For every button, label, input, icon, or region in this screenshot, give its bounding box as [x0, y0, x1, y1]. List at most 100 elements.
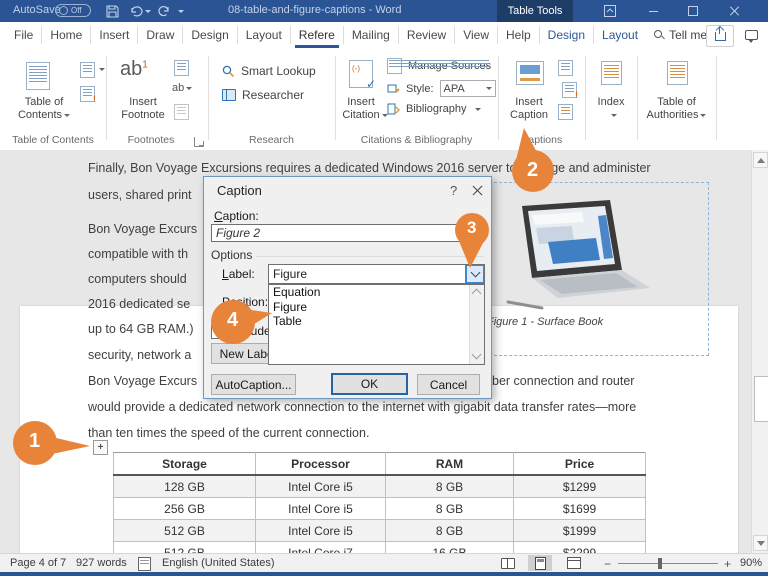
table-row: 128 GB Intel Core i5 8 GB $1299: [113, 474, 646, 498]
tab-help[interactable]: Help: [498, 26, 540, 44]
researcher-icon: [222, 89, 236, 101]
options-section-label: Options: [211, 248, 253, 262]
tab-file[interactable]: File: [6, 26, 43, 44]
read-mode-icon: [501, 557, 515, 569]
tab-table-layout-contextual[interactable]: Layout: [594, 26, 646, 44]
table-move-handle[interactable]: +: [93, 440, 108, 455]
style-select[interactable]: APA: [439, 80, 496, 97]
surface-book-image[interactable]: [492, 198, 662, 316]
tab-references-active[interactable]: Refere: [291, 26, 344, 48]
word-window: AutoSave Off 08-table-and-figure-caption…: [0, 0, 768, 576]
table-of-authorities-icon: [667, 61, 688, 85]
insert-footnote-icon: ab1: [120, 58, 148, 80]
tab-mailings[interactable]: Mailing: [344, 26, 399, 44]
label-option-table[interactable]: Table: [269, 314, 484, 329]
share-button[interactable]: [706, 25, 734, 47]
insert-table-of-figures-button[interactable]: [558, 60, 573, 76]
tab-insert[interactable]: Insert: [91, 26, 139, 44]
group-label-citations: Citations & Bibliography: [360, 134, 473, 146]
save-icon[interactable]: [104, 3, 120, 19]
tell-me-search[interactable]: Tell me: [646, 26, 715, 44]
dialog-close-button[interactable]: [472, 185, 483, 196]
ribbon-display-options-icon[interactable]: [602, 3, 618, 19]
zoom-in-button[interactable]: +: [724, 557, 731, 571]
cross-reference-button[interactable]: [558, 104, 573, 120]
window-bottom-edge: [0, 572, 768, 576]
tab-home[interactable]: Home: [42, 26, 92, 44]
tab-design[interactable]: Design: [183, 26, 238, 44]
status-bar: Page 4 of 7 927 words English (United St…: [0, 553, 768, 573]
index-icon: [601, 61, 622, 85]
bibliography-button[interactable]: Bibliography: [387, 103, 481, 115]
researcher-button[interactable]: Researcher: [222, 88, 304, 102]
update-table-button[interactable]: !: [80, 86, 96, 104]
scroll-down-button[interactable]: [753, 535, 768, 551]
tab-layout[interactable]: Layout: [238, 26, 291, 44]
zoom-out-button[interactable]: −: [604, 557, 611, 571]
comment-icon: [744, 30, 758, 43]
tab-review[interactable]: Review: [399, 26, 456, 44]
dropdown-arrow-icon: [64, 113, 71, 117]
vertical-scrollbar[interactable]: [751, 150, 768, 553]
triangle-up-icon: [756, 157, 765, 163]
undo-dropdown-arrow-icon[interactable]: [143, 3, 151, 19]
tab-table-design-contextual[interactable]: Design: [540, 26, 595, 44]
undo-button[interactable]: [128, 3, 144, 19]
zoom-level[interactable]: 90%: [740, 557, 762, 569]
read-mode-button[interactable]: [496, 555, 520, 571]
ok-button[interactable]: OK: [331, 373, 408, 395]
style-row: Style: APA: [387, 80, 496, 97]
insert-endnote-button[interactable]: [174, 60, 189, 76]
minimize-button[interactable]: [636, 0, 670, 22]
tab-view[interactable]: View: [455, 26, 498, 44]
show-notes-button[interactable]: [174, 104, 189, 120]
share-icon: [714, 26, 726, 41]
next-footnote-button[interactable]: ab: [172, 82, 193, 94]
paragraph3-line1-left: Bon Voyage Excurs: [88, 374, 198, 388]
paragraph2-line4: 2016 dedicated se: [88, 297, 191, 311]
bibliography-icon: [387, 103, 400, 115]
scrollbar-thumb[interactable]: [754, 376, 768, 422]
autosave-state: Off: [71, 5, 82, 15]
language-indicator[interactable]: English (United States): [162, 557, 275, 569]
caption-field-label: Caption:: [214, 209, 259, 223]
add-text-button[interactable]: [80, 62, 95, 78]
zoom-slider-track[interactable]: [618, 563, 718, 564]
web-layout-button[interactable]: [562, 555, 586, 571]
scroll-up-button[interactable]: [753, 152, 768, 168]
autosave-toggle[interactable]: Off: [55, 4, 91, 17]
paragraph1-line1: Finally, Bon Voyage Excursions requires …: [88, 161, 651, 175]
update-table-of-figures-button[interactable]: !: [562, 82, 578, 100]
callout-3: 3: [455, 213, 491, 269]
cancel-button[interactable]: Cancel: [417, 374, 480, 395]
label-option-equation[interactable]: Equation: [269, 285, 484, 300]
comments-button[interactable]: [738, 25, 764, 45]
paragraph3-line1-right: ber connection and router: [492, 374, 635, 388]
label-combobox[interactable]: Figure: [268, 264, 485, 284]
redo-button[interactable]: [156, 3, 172, 19]
zoom-slider-thumb[interactable]: [658, 558, 662, 569]
list-scrollbar[interactable]: [469, 285, 484, 364]
caption-dialog: Caption ? Caption: Figure 2 Options Labe…: [203, 176, 492, 399]
footnotes-dialog-launcher-icon[interactable]: [194, 137, 204, 147]
word-count[interactable]: 927 words: [76, 557, 127, 569]
smart-lookup-button[interactable]: Smart Lookup: [222, 64, 316, 78]
paragraph2-line2: compatible with th: [88, 247, 189, 261]
group-table-of-authorities: Table of Authorities: [637, 56, 716, 148]
dialog-help-button[interactable]: ?: [450, 183, 457, 198]
autocaption-button[interactable]: AutoCaption...: [211, 374, 296, 395]
table-of-contents-icon: [26, 62, 50, 90]
quick-access-toolbar-dropdown-icon[interactable]: [176, 3, 184, 19]
restore-button[interactable]: [676, 0, 710, 22]
proofing-status-icon[interactable]: [138, 557, 151, 571]
print-layout-button[interactable]: [528, 555, 552, 571]
add-text-dropdown-icon[interactable]: [99, 68, 105, 71]
figure-caption: Figure 1 - Surface Book: [487, 316, 604, 328]
manage-sources-button[interactable]: Manage Sources: [387, 58, 491, 74]
caption-text-input[interactable]: Figure 2: [211, 224, 483, 242]
tab-draw[interactable]: Draw: [138, 26, 184, 44]
page-indicator[interactable]: Page 4 of 7: [10, 557, 66, 569]
table-header-processor: Processor: [255, 452, 386, 476]
close-button[interactable]: [718, 0, 752, 22]
label-option-figure[interactable]: Figure: [269, 300, 484, 315]
